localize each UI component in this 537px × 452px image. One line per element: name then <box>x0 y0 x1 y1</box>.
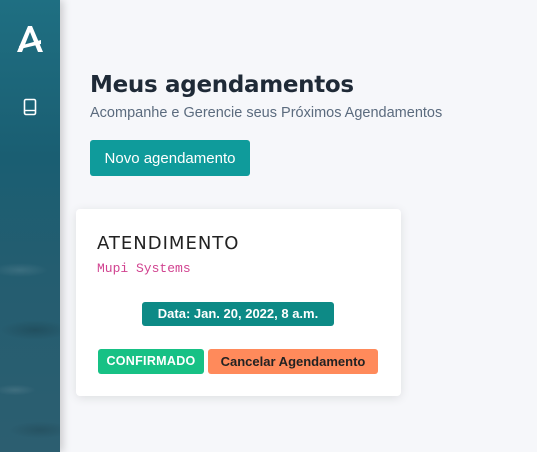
cancel-appointment-button[interactable]: Cancelar Agendamento <box>208 349 378 374</box>
book-icon[interactable] <box>21 98 39 116</box>
page-subtitle: Acompanhe e Gerencie seus Próximos Agend… <box>90 105 443 121</box>
sidebar-background-texture <box>0 210 60 452</box>
brand-a-logo-icon[interactable] <box>15 24 45 54</box>
appointment-date-badge: Data: Jan. 20, 2022, 8 a.m. <box>142 302 334 326</box>
appointment-company: Mupi Systems <box>97 261 191 276</box>
appointment-title: ATENDIMENTO <box>97 233 240 254</box>
status-badge: CONFIRMADO <box>98 349 204 374</box>
appointment-card: ATENDIMENTO Mupi Systems Data: Jan. 20, … <box>76 209 401 396</box>
page-title: Meus agendamentos <box>90 72 354 98</box>
new-appointment-button[interactable]: Novo agendamento <box>90 140 250 176</box>
sidebar <box>0 0 60 452</box>
